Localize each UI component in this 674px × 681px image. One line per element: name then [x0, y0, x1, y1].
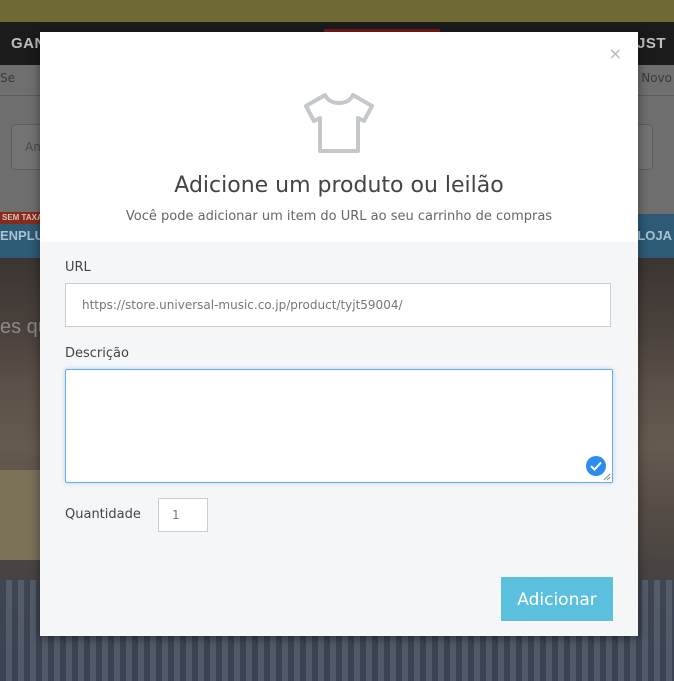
- tshirt-icon: [304, 93, 374, 153]
- background-banner-left-text: ENPLU: [0, 228, 45, 243]
- add-product-modal: × Adicione um produto ou leilão Você pod…: [40, 32, 638, 636]
- description-textarea[interactable]: [65, 369, 613, 483]
- quantity-input[interactable]: 1: [158, 498, 208, 532]
- add-button[interactable]: Adicionar: [501, 577, 613, 621]
- modal-title: Adicione um produto ou leilão: [174, 173, 504, 198]
- resize-grip-icon[interactable]: [603, 473, 611, 481]
- background-subnav-right-text: Novo: [641, 71, 672, 85]
- close-icon[interactable]: ×: [609, 46, 622, 62]
- background-subnav-left-text: Se: [0, 71, 15, 85]
- modal-subtitle: Você pode adicionar um item do URL ao se…: [125, 209, 553, 224]
- background-top-bar: [0, 0, 674, 22]
- modal-header: × Adicione um produto ou leilão Você pod…: [40, 32, 638, 242]
- background-photo-flowers: [0, 470, 40, 560]
- url-input[interactable]: https://store.universal-music.co.jp/prod…: [65, 283, 611, 327]
- quantity-label: Quantidade: [65, 507, 141, 522]
- background-nav-right-text: JST: [636, 35, 666, 52]
- url-label: URL: [65, 260, 91, 275]
- description-label: Descrição: [65, 346, 129, 361]
